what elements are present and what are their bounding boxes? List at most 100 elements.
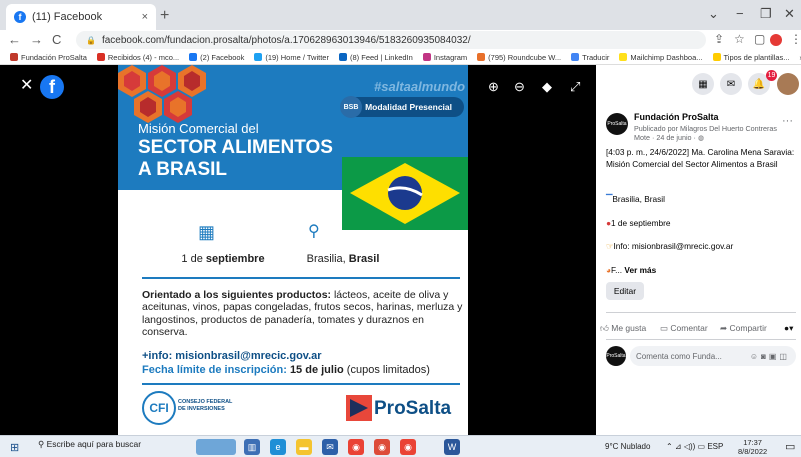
bookmark-label: (795) Roundcube W... [488, 52, 562, 62]
back-button[interactable]: ← [8, 32, 21, 47]
taskbar-search[interactable]: ⚲ Escribe aquí para buscar [38, 439, 141, 450]
windows-start-icon[interactable]: ⊞ [10, 441, 19, 454]
fullscreen-icon[interactable]: ⤢ [570, 79, 580, 95]
close-icon[interactable]: ✕ [20, 75, 33, 95]
date-bold: septiembre [205, 253, 265, 265]
comment-tools-icons[interactable]: ☺◙▣◫ [750, 352, 790, 361]
file-explorer-icon[interactable]: ▬ [296, 439, 312, 455]
forward-button[interactable]: → [30, 32, 43, 47]
bookmark-star-icon[interactable]: ☆ [734, 32, 745, 46]
profile-avatar[interactable] [770, 34, 782, 46]
date-pre: 1 de [181, 253, 206, 265]
brazil-flag-icon [342, 157, 468, 230]
chrome-profile-icon[interactable]: ◉ [374, 439, 390, 455]
tab-search-icon[interactable]: ⌄ [708, 6, 719, 22]
tab-strip: f (11) Facebook × + ⌄ − ❐ ✕ [0, 0, 801, 30]
page-avatar[interactable]: ProSalta [606, 113, 628, 135]
chrome-icon[interactable]: ◉ [348, 439, 364, 455]
task-view-icon[interactable]: ▥ [244, 439, 260, 455]
bookmark-item[interactable]: Instagram [422, 53, 467, 62]
search-icon: ⚲ [38, 439, 45, 449]
restore-button[interactable]: ❐ [760, 6, 772, 22]
tag-icon[interactable]: ◆ [542, 79, 552, 95]
edit-button[interactable]: Editar [606, 282, 644, 300]
comment-placeholder: Comenta como Funda... [636, 351, 722, 361]
news-widget-icon[interactable] [196, 439, 236, 455]
action-center-icon[interactable]: ▭ [785, 440, 795, 453]
comment-label: Comentar [670, 323, 708, 333]
post-line-info: ☞Info: misionbrasil@mrecic.gov.ar [606, 241, 733, 251]
user-avatar[interactable] [777, 73, 799, 95]
facebook-logo-icon[interactable]: f [40, 75, 64, 99]
comment-input[interactable]: Comenta como Funda... ☺◙▣◫ [630, 346, 796, 366]
menu-icon[interactable]: ⋮ [790, 32, 801, 46]
bookmark-item[interactable]: (8) Feed | LinkedIn [338, 52, 413, 62]
close-window-button[interactable]: ✕ [784, 6, 795, 22]
bookmark-label: Traducir [582, 52, 610, 62]
edge-icon[interactable]: e [270, 439, 286, 455]
reload-button[interactable]: C [52, 32, 61, 47]
zoom-in-icon[interactable]: ⊕ [488, 79, 499, 95]
zoom-out-icon[interactable]: ⊖ [514, 79, 525, 95]
bookmark-item[interactable]: (2) Facebook [189, 53, 244, 62]
word-icon[interactable]: W [444, 439, 460, 455]
cfi-logo: CFI [142, 391, 176, 425]
bookmark-item[interactable]: Mailchimp Dashboa... [619, 53, 703, 62]
sidebar-icon[interactable]: ▢ [754, 32, 765, 46]
info-text: Info: misionbrasil@mrecic.gov.ar [613, 241, 734, 251]
mail-icon[interactable]: ✉ [322, 439, 338, 455]
comment-button[interactable]: ▭ Comentar [660, 323, 708, 334]
page-name-link[interactable]: Fundación ProSalta [634, 112, 719, 122]
audience-selector-icon[interactable]: ●▾ [784, 323, 793, 334]
divider [142, 383, 460, 385]
more-options-icon[interactable]: ··· [782, 115, 793, 127]
address-row: ← → C 🔒 facebook.com/fundacion.prosalta/… [0, 30, 801, 50]
bookmark-item[interactable]: Traducir [571, 53, 609, 62]
poster-line1: Misión Comercial del [138, 121, 259, 136]
bookmark-favicon-icon [96, 53, 105, 61]
side-top-bar: ▦ ✉ 🔔 19 [596, 65, 801, 103]
share-label: Compartir [729, 323, 767, 333]
minimize-button[interactable]: − [736, 6, 744, 21]
bookmark-item[interactable]: (19) Home / Twitter [254, 53, 329, 62]
published-date[interactable]: · 24 de junio · [652, 133, 696, 142]
globe-icon: ◍ [697, 133, 705, 142]
city-pre: Brasilia, [306, 253, 349, 265]
photo-viewer: ✕ f ⊕ ⊖ ◆ ⤢ #saltaalmundo BSB Modalidad … [0, 65, 596, 435]
prosalta-wordmark: ProSalta [374, 398, 452, 419]
like-button[interactable]: 👍︎ Me gusta [600, 323, 646, 334]
bookmark-label: Tipos de plantillas... [723, 52, 790, 62]
bookmark-label: (8) Feed | LinkedIn [349, 52, 413, 62]
language-indicator: ESP [707, 442, 724, 451]
share-icon[interactable]: ⇪ [714, 32, 724, 46]
share-button[interactable]: ➦ Compartir [720, 323, 767, 334]
bookmark-item[interactable]: (795) Roundcube W... [477, 53, 561, 62]
deadline-date: 15 de julio [289, 364, 344, 376]
messenger-icon[interactable]: ✉ [720, 73, 742, 95]
bookmark-label: (19) Home / Twitter [265, 52, 329, 62]
clock-time: 17:37 [743, 438, 762, 447]
bookmark-item[interactable]: Tipos de plantillas... [712, 52, 790, 62]
weather-widget[interactable]: 9°C Nublado [605, 442, 650, 451]
post-text: [4:03 p. m., 24/6/2022] Ma. Carolina Men… [606, 147, 795, 169]
event-date: 1 de septiembre [158, 253, 288, 265]
see-more-link[interactable]: Ver más [624, 265, 656, 275]
cfi-name: CONSEJO FEDERAL DE INVERSIONES [178, 399, 232, 413]
clock[interactable]: 17:37 8/8/2022 [738, 438, 767, 456]
bookmark-item[interactable]: Recibidos (4) - mco... [96, 53, 179, 62]
chrome-app-icon[interactable]: ◉ [400, 439, 416, 455]
poster-image: #saltaalmundo BSB Modalidad Presencial M… [118, 65, 468, 435]
address-bar[interactable]: 🔒 facebook.com/fundacion.prosalta/photos… [76, 31, 706, 49]
modality-badge: BSB [340, 96, 362, 118]
published-by: Publicado por Milagros Del Huerto Contre… [634, 124, 784, 142]
bookmark-item[interactable]: Fundación ProSalta [10, 53, 87, 62]
bookmark-favicon-icon [10, 53, 18, 61]
lock-icon: 🔒 [86, 35, 96, 45]
system-tray[interactable]: ⌃ ⊿ ◁)) ▭ ESP [666, 442, 723, 451]
menu-grid-icon[interactable]: ▦ [692, 73, 714, 95]
tab-close-icon[interactable]: × [142, 11, 148, 23]
clock-date: 8/8/2022 [738, 447, 768, 456]
comment-icon: ▭ [660, 323, 669, 333]
new-tab-button[interactable]: + [160, 7, 169, 25]
tab-facebook[interactable]: f (11) Facebook × [6, 4, 156, 30]
